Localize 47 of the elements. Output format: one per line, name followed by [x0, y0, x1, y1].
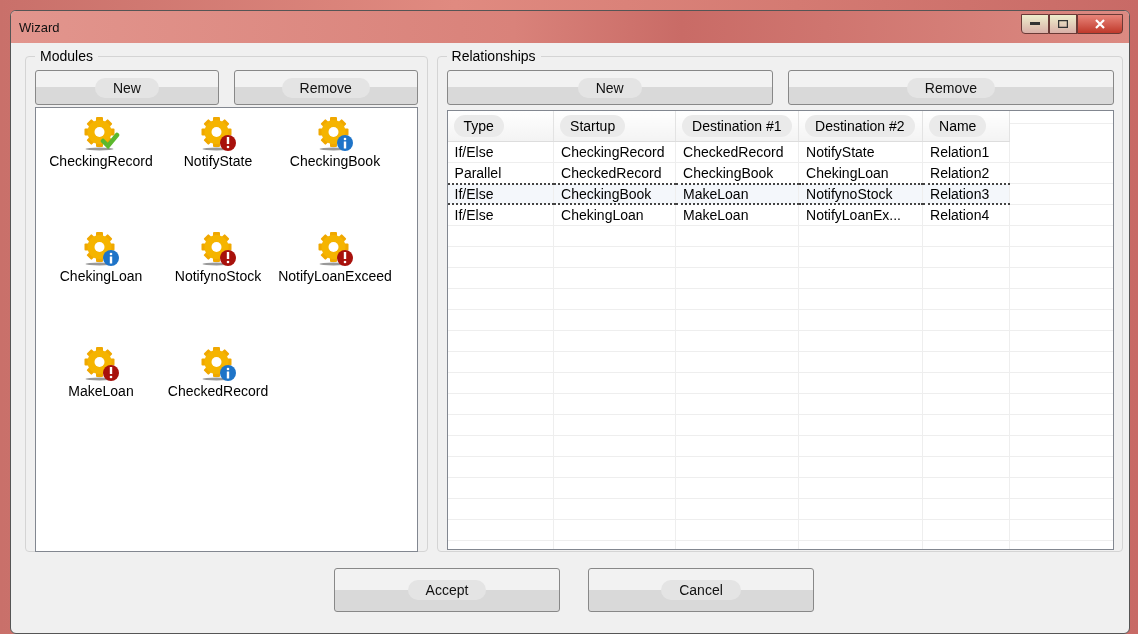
column-header[interactable]: Startup	[553, 111, 676, 142]
module-label[interactable]: NotifyState	[183, 153, 253, 169]
group-title: Relationships	[446, 48, 541, 64]
gear-info-icon	[199, 346, 237, 382]
remove-button[interactable]: Remove	[233, 70, 418, 105]
column-header[interactable]: Destination #1	[675, 111, 799, 142]
table-row[interactable]: If/Else CheckingBook MakeLoan NotifynoStock Relation3	[447, 184, 1010, 204]
module-label[interactable]: CheckedRecord	[167, 383, 269, 399]
maximize-icon	[1058, 20, 1068, 28]
table-cell: If/Else	[447, 184, 554, 204]
table-row[interactable]: If/Else CheckingRecord CheckedRecord NotifyState Relation1	[447, 141, 1010, 163]
minimize-icon	[1030, 22, 1040, 26]
gear-check-icon	[82, 116, 120, 152]
column-header[interactable]: Name	[922, 111, 1010, 142]
minimize-button[interactable]	[1021, 14, 1049, 34]
gear-warning-icon	[316, 231, 354, 267]
module-label[interactable]: CheckingRecord	[49, 153, 153, 169]
gear-warning-icon	[199, 116, 237, 152]
module-label[interactable]: MakeLoan	[68, 383, 134, 399]
close-button[interactable]	[1077, 14, 1123, 34]
accept-button[interactable]: Accept	[334, 568, 560, 612]
module-label[interactable]: NotifyLoanExceed	[278, 268, 392, 284]
table-row[interactable]: If/Else ChekingLoan MakeLoan NotifyLoanEx... Relation4	[447, 204, 1010, 226]
module-label[interactable]: CheckingBook	[289, 153, 381, 169]
table-cell: ChekingLoan	[553, 204, 676, 226]
table-cell: NotifyLoanEx...	[798, 204, 923, 226]
module-label[interactable]: ChekingLoan	[59, 268, 143, 284]
gear-warning-icon	[199, 231, 237, 267]
group-title: Modules	[35, 48, 98, 64]
new-button[interactable]: New	[35, 70, 219, 105]
close-icon	[1095, 19, 1105, 29]
gear-info-icon	[316, 116, 354, 152]
new-button[interactable]: New	[446, 70, 773, 105]
table-cell: Relation3	[922, 184, 1010, 204]
cancel-button[interactable]: Cancel	[588, 568, 814, 612]
table-cell: MakeLoan	[675, 184, 799, 204]
column-header[interactable]: Type	[447, 111, 554, 142]
gear-info-icon	[82, 231, 120, 267]
column-header[interactable]: Destination #2	[798, 111, 923, 142]
table-cell: CheckingBook	[553, 184, 676, 204]
gear-warning-icon	[82, 346, 120, 382]
table-row[interactable]: Parallel CheckedRecord CheckingBook ChekingLoan Relation2	[447, 162, 1010, 184]
module-label[interactable]: NotifynoStock	[174, 268, 262, 284]
maximize-button[interactable]	[1049, 14, 1077, 34]
window-title: Wizard	[19, 19, 60, 35]
table-cell: NotifynoStock	[798, 184, 923, 204]
remove-button[interactable]: Remove	[787, 70, 1114, 105]
